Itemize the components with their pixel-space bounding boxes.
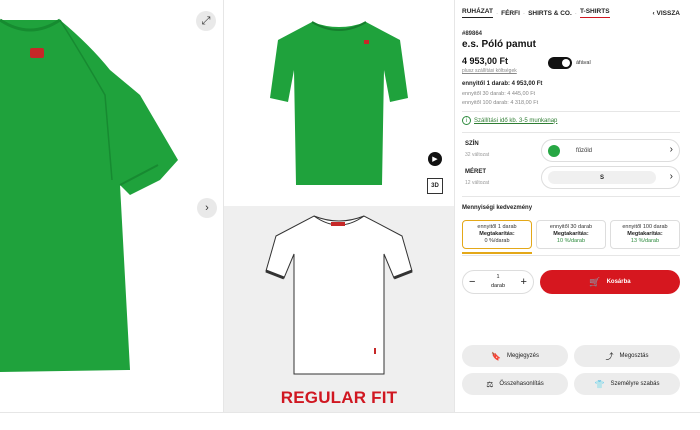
color-select[interactable]: fűzöld ›: [541, 139, 680, 162]
compare-button[interactable]: ⚖ Összehasonlítás: [462, 373, 568, 395]
cart-label: Kosárba: [606, 279, 631, 285]
tshirt-outline-drawing: [265, 215, 413, 375]
divider: [462, 255, 680, 256]
tier-label: Megtakarítás:: [479, 231, 515, 237]
fit-label: REGULAR FIT: [280, 388, 398, 407]
divider: [462, 132, 680, 133]
price-tier-2: ennyitől 30 darab: 4 445,00 Ft: [462, 91, 536, 97]
vat-toggle[interactable]: [548, 57, 572, 69]
tshirt-icon: 👕: [594, 379, 605, 389]
toggle-knob: [562, 59, 570, 67]
thumbnail-green-shirt[interactable]: [224, 0, 454, 205]
note-label: Megjegyzés: [506, 353, 539, 359]
color-swatch: [548, 144, 560, 157]
share-button[interactable]: ⤴ Megosztás: [574, 345, 680, 367]
info-icon: i: [462, 116, 471, 125]
customize-button[interactable]: 👕 Személyre szabás: [574, 373, 680, 395]
color-variant-count: 32 változat: [465, 152, 490, 158]
divider: [462, 196, 680, 197]
breadcrumb-item-men[interactable]: FÉRFI: [501, 10, 520, 17]
breadcrumb-item-tshirts[interactable]: T-SHIRTS: [579, 8, 610, 18]
bookmark-icon: 🔖: [491, 351, 501, 361]
share-label: Megosztás: [619, 353, 649, 359]
compare-label: Összehasonlítás: [499, 381, 544, 387]
note-button[interactable]: 🔖 Megjegyzés: [462, 345, 568, 367]
vat-label: áfával: [576, 60, 591, 66]
cart-icon: 🛒: [589, 276, 601, 287]
quantity-discount-title: Mennyiségi kedvezmény: [462, 205, 533, 211]
delivery-info[interactable]: i Szállítási idő kb. 3-5 munkanap: [462, 116, 557, 125]
divider: [0, 412, 700, 413]
color-label: SZÍN: [465, 141, 479, 147]
breadcrumb-separator: ·: [495, 9, 499, 17]
discount-tier-3[interactable]: ennyitől 100 darab Megtakarítás: 13 %/da…: [610, 220, 680, 249]
delivery-text: Szállítási idő kb. 3-5 munkanap: [474, 117, 558, 124]
price-tier-3: ennyitől 100 darab: 4 318,00 Ft: [462, 100, 539, 106]
breadcrumb-item-shirts[interactable]: SHIRTS & CO.: [528, 10, 572, 17]
share-icon: ⤴: [605, 351, 614, 361]
expand-icon[interactable]: ⤢: [196, 11, 216, 31]
active-tier-indicator: [462, 252, 532, 254]
plus-button[interactable]: +: [521, 276, 527, 288]
product-title: e.s. Póló pamut: [462, 39, 536, 50]
color-value: fűzöld: [576, 147, 593, 154]
customize-label: Személyre szabás: [610, 381, 660, 387]
main-product-image[interactable]: [0, 0, 223, 412]
thumbnail-fit-drawing[interactable]: [224, 206, 454, 412]
chevron-right-icon: ›: [669, 171, 673, 182]
tier-qty: ennyitől 30 darab: [549, 224, 593, 230]
add-to-cart-button[interactable]: 🛒 Kosárba: [540, 270, 680, 294]
tier-value: 10 %/darab: [556, 238, 586, 244]
quantity-stepper: − 1 darab +: [462, 270, 534, 294]
tier-qty: ennyitől 1 darab: [477, 224, 517, 230]
product-page: ⤢ › ▶ 3D REGULAR FIT RUHÁZAT · FÉRFI · S…: [0, 0, 700, 430]
product-price: 4 953,00 Ft: [462, 56, 509, 66]
tier-value: 0 %/darab: [484, 238, 510, 244]
size-variant-count: 12 változat: [465, 180, 490, 186]
product-sku: #89864: [462, 31, 483, 37]
tier-qty: ennyitől 100 darab: [622, 224, 668, 230]
minus-button[interactable]: −: [469, 276, 475, 288]
tier-value: 13 %/darab: [630, 238, 660, 244]
green-tshirt-image: [270, 21, 408, 185]
breadcrumb: RUHÁZAT · FÉRFI · SHIRTS & CO. · T-SHIRT…: [462, 8, 680, 18]
tier-label: Megtakarítás:: [553, 231, 589, 237]
tier-label: Megtakarítás:: [627, 231, 663, 237]
breadcrumb-separator: ·: [574, 9, 577, 17]
quantity-value: 1: [496, 274, 500, 280]
discount-tier-1[interactable]: ennyitől 1 darab Megtakarítás: 0 %/darab: [462, 220, 532, 249]
back-link[interactable]: ‹ VISSZA: [653, 10, 680, 17]
divider: [454, 0, 455, 412]
quantity-field[interactable]: 1 darab: [491, 273, 505, 291]
play-video-button[interactable]: ▶: [428, 152, 442, 166]
breadcrumb-separator: ·: [522, 9, 526, 17]
shipping-costs-link[interactable]: plusz szállítási költségek: [462, 68, 517, 74]
green-tshirt-closeup: [0, 18, 178, 372]
compare-icon: ⚖: [486, 379, 494, 389]
quantity-unit: darab: [490, 283, 506, 289]
discount-tier-2[interactable]: ennyitől 30 darab Megtakarítás: 10 %/dar…: [536, 220, 606, 249]
view-3d-button[interactable]: 3D: [427, 178, 443, 194]
divider: [462, 111, 680, 112]
next-image-button[interactable]: ›: [197, 198, 217, 218]
price-tier-1: ennyitől 1 darab: 4 953,00 Ft: [462, 81, 543, 87]
size-value: S: [548, 171, 656, 184]
back-label: VISSZA: [656, 9, 680, 17]
size-label: MÉRET: [465, 169, 486, 175]
breadcrumb-item-clothing[interactable]: RUHÁZAT: [462, 8, 493, 18]
chevron-right-icon: ›: [669, 144, 673, 155]
size-select[interactable]: S ›: [541, 166, 680, 189]
